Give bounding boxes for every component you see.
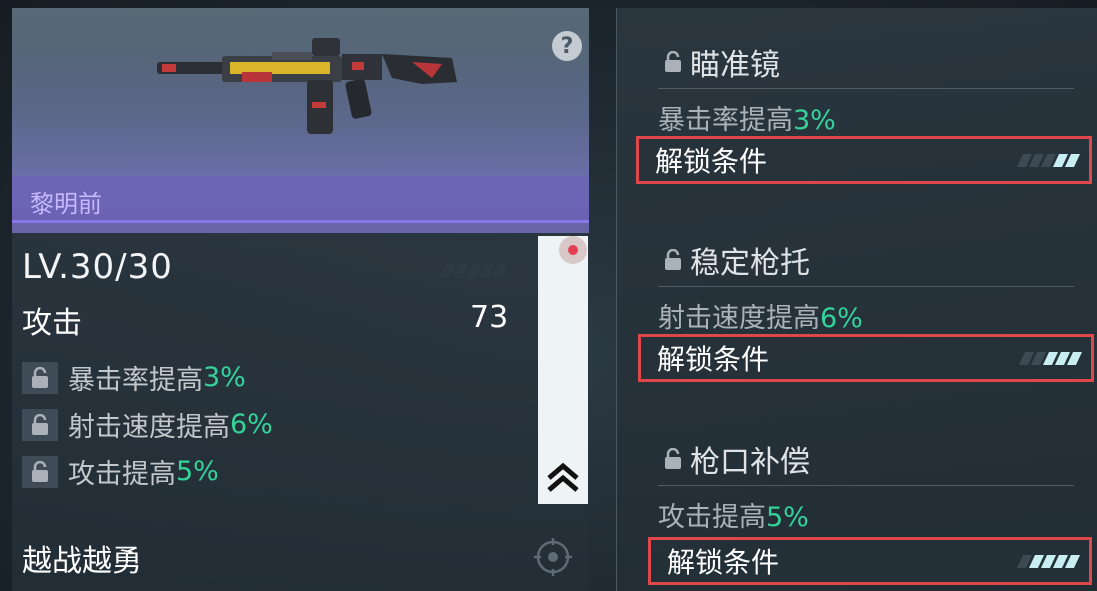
- unlock-condition-button[interactable]: 解锁条件: [638, 334, 1094, 382]
- progress-segment: [1064, 555, 1081, 568]
- rifle-image: [157, 38, 457, 134]
- lock-icon: [664, 249, 682, 271]
- weapon-card: ? 黎明前: [12, 8, 589, 233]
- attachment-desc: 攻击提高5%: [658, 495, 809, 534]
- unlock-condition-label: 解锁条件: [667, 546, 780, 579]
- unlock-progress-bar: [1018, 352, 1083, 365]
- target-icon[interactable]: [532, 536, 574, 578]
- unlock-progress-bar: [1016, 154, 1081, 167]
- lock-icon: [664, 51, 682, 73]
- attachment-title: 瞄准镜: [664, 40, 780, 84]
- perk-text: 射击速度提高: [68, 412, 230, 443]
- lock-icon: [664, 448, 682, 470]
- unlock-condition-button[interactable]: 解锁条件: [648, 537, 1092, 585]
- perk-text: 攻击提高: [68, 459, 176, 490]
- attack-value: 73: [470, 300, 509, 335]
- progress-segment: [1066, 352, 1083, 365]
- attachment-desc-value: 5%: [766, 502, 809, 533]
- chevron-up-icon[interactable]: [545, 460, 581, 496]
- attachment-desc-text: 暴击率提高: [658, 105, 793, 136]
- lock-icon: [22, 361, 58, 394]
- attachment-title: 枪口补偿: [664, 437, 810, 481]
- attack-label: 攻击: [22, 306, 82, 341]
- unlock-condition-label: 解锁条件: [657, 343, 770, 376]
- notification-dot: [559, 236, 587, 264]
- perk-text: 暴击率提高: [68, 365, 203, 396]
- perk-row: 攻击提高 5%: [22, 452, 219, 491]
- help-icon[interactable]: ?: [552, 31, 582, 61]
- skill-name: 越战越勇: [22, 544, 142, 579]
- attachment-desc-value: 3%: [793, 105, 836, 136]
- perk-value: 3%: [203, 362, 246, 393]
- divider: [658, 485, 1074, 486]
- unlock-condition-button[interactable]: 解锁条件: [636, 136, 1092, 184]
- unlock-condition-label: 解锁条件: [655, 145, 768, 178]
- attachment-title-text: 稳定枪托: [690, 246, 810, 281]
- progress-segment: [1064, 154, 1081, 167]
- divider: [658, 88, 1074, 89]
- perk-row: 暴击率提高 3%: [22, 358, 246, 397]
- attachment-desc-text: 攻击提高: [658, 502, 766, 533]
- perk-value: 5%: [176, 456, 219, 487]
- lock-icon: [22, 455, 58, 488]
- attachment-desc-value: 6%: [820, 303, 863, 334]
- weapon-name: 黎明前: [30, 190, 102, 218]
- lock-icon: [22, 408, 58, 441]
- weapon-level: LV.30/30: [22, 247, 173, 287]
- unlock-progress-bar: [1016, 555, 1081, 568]
- divider: [658, 286, 1074, 287]
- attachment-desc-text: 射击速度提高: [658, 303, 820, 334]
- attachment-title: 稳定枪托: [664, 238, 810, 282]
- level-progress-bar: [439, 264, 509, 278]
- perk-value: 6%: [230, 409, 273, 440]
- perk-row: 射击速度提高 6%: [22, 405, 273, 444]
- attachment-title-text: 瞄准镜: [690, 48, 780, 83]
- attachment-desc: 射击速度提高6%: [658, 296, 863, 335]
- attachment-title-text: 枪口补偿: [690, 445, 810, 480]
- attachment-desc: 暴击率提高3%: [658, 98, 836, 137]
